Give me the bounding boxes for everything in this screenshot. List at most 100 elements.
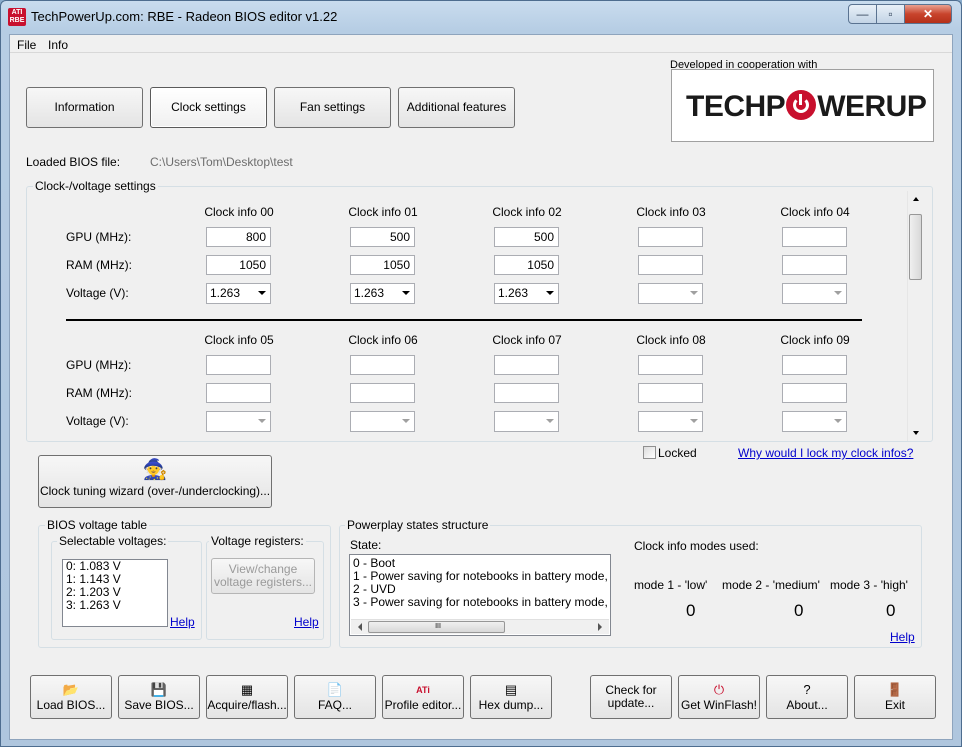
voltage-select[interactable]: 1.263	[350, 283, 415, 304]
powerplay-states-list[interactable]: 0 - Boot 1 - Power saving for notebooks …	[349, 554, 611, 636]
close-button[interactable]: ✕	[904, 4, 952, 24]
mode-1-label: mode 1 - 'low'	[634, 578, 708, 592]
scroll-thumb[interactable]	[909, 214, 922, 280]
menu-file[interactable]: File	[17, 38, 36, 52]
chevron-down-icon[interactable]	[546, 291, 554, 295]
chevron-down-icon[interactable]	[402, 291, 410, 295]
ram-clock-input[interactable]	[206, 383, 271, 403]
clock-tuning-wizard-button[interactable]: 🧙 Clock tuning wizard (over-/underclocki…	[38, 455, 272, 508]
toolbar-button-label: Save BIOS...	[124, 698, 194, 712]
voltage-select[interactable]	[206, 411, 271, 432]
clock-scrollbar[interactable]	[907, 191, 924, 441]
state-item[interactable]: 3 - Power saving for notebooks in batter…	[350, 596, 610, 609]
exit-button[interactable]: 🚪 Exit	[854, 675, 936, 719]
ram-clock-input[interactable]	[494, 383, 559, 403]
techpowerup-logo[interactable]: TECHP WERUP	[671, 69, 934, 142]
chevron-down-icon[interactable]	[258, 291, 266, 295]
toolbar-button-label: About...	[786, 698, 828, 712]
gpu-clock-input[interactable]: 800	[206, 227, 271, 247]
ram-clock-input[interactable]: 1050	[494, 255, 559, 275]
toolbar-button-label: Check for update...	[605, 683, 657, 710]
states-hscrollbar[interactable]: III	[351, 619, 609, 634]
voltage-select[interactable]	[782, 283, 847, 304]
gpu-clock-input[interactable]	[494, 355, 559, 375]
ram-clock-input[interactable]	[350, 383, 415, 403]
ram-clock-input[interactable]	[782, 383, 847, 403]
load-bios-button[interactable]: 📂 Load BIOS...	[30, 675, 112, 719]
voltage-help-link[interactable]: Help	[170, 615, 195, 629]
logo-wordmark: TECHP WERUP	[686, 90, 927, 124]
menu-info[interactable]: Info	[48, 38, 68, 52]
toolbar-button-label: FAQ...	[317, 698, 352, 712]
check-for-update-button[interactable]: Check for update...	[590, 675, 672, 719]
voltage-select[interactable]	[638, 411, 703, 432]
chevron-down-icon[interactable]	[258, 419, 266, 423]
ram-clock-input[interactable]: 1050	[350, 255, 415, 275]
gpu-clock-input[interactable]	[350, 355, 415, 375]
voltage-select[interactable]: 1.263	[494, 283, 559, 304]
floppy-disk-icon: 💾	[150, 682, 168, 697]
about-button[interactable]: ? About...	[766, 675, 848, 719]
voltage-item[interactable]: 3: 1.263 V	[63, 599, 167, 612]
ram-clock-input[interactable]	[638, 383, 703, 403]
chevron-down-icon[interactable]	[834, 419, 842, 423]
lock-info-link[interactable]: Why would I lock my clock infos?	[738, 446, 913, 460]
power-logo-icon	[786, 90, 817, 120]
profile-editor-button[interactable]: ATi Profile editor...	[382, 675, 464, 719]
maximize-button[interactable]: ▫	[876, 4, 905, 24]
registers-help-link[interactable]: Help	[294, 615, 319, 629]
ram-row-label: RAM (MHz):	[66, 386, 132, 400]
ram-row-label: RAM (MHz):	[66, 258, 132, 272]
states-hscroll-thumb[interactable]: III	[368, 621, 505, 633]
scroll-up-arrow-icon[interactable]	[913, 197, 919, 201]
chevron-down-icon[interactable]	[402, 419, 410, 423]
tab-additional-features[interactable]: Additional features	[398, 87, 515, 128]
scroll-down-arrow-icon[interactable]	[913, 431, 919, 435]
gpu-clock-input[interactable]	[638, 355, 703, 375]
locked-checkbox[interactable]	[643, 446, 656, 459]
gpu-clock-input[interactable]: 500	[494, 227, 559, 247]
voltage-select[interactable]: 1.263	[206, 283, 271, 304]
ati-logo-icon: ATi	[416, 685, 430, 695]
title-bar[interactable]: ATI RBE TechPowerUp.com: RBE - Radeon BI…	[1, 1, 961, 33]
scroll-right-arrow-icon[interactable]	[598, 623, 605, 631]
chevron-down-icon[interactable]	[834, 291, 842, 295]
faq-button[interactable]: 📄 FAQ...	[294, 675, 376, 719]
gpu-clock-input[interactable]: 500	[350, 227, 415, 247]
voltage-row-label: Voltage (V):	[66, 414, 129, 428]
gpu-clock-input[interactable]	[206, 355, 271, 375]
get-winflash-button[interactable]: ⏻ Get WinFlash!	[678, 675, 760, 719]
ram-clock-input[interactable]	[638, 255, 703, 275]
clock-info-header: Clock info 05	[204, 333, 274, 347]
menu-bar: File Info	[10, 35, 952, 53]
tab-information[interactable]: Information	[26, 87, 143, 128]
chevron-down-icon[interactable]	[690, 419, 698, 423]
voltage-select[interactable]	[638, 283, 703, 304]
voltage-select[interactable]	[350, 411, 415, 432]
view-voltage-registers-button[interactable]: View/change voltage registers...	[211, 558, 315, 594]
main-window: ATI RBE TechPowerUp.com: RBE - Radeon BI…	[0, 0, 962, 747]
voltage-select[interactable]	[782, 411, 847, 432]
chevron-down-icon[interactable]	[546, 419, 554, 423]
powerplay-label: Powerplay states structure	[345, 518, 491, 532]
minimize-button[interactable]: —	[848, 4, 877, 24]
tab-clock-settings[interactable]: Clock settings	[150, 87, 267, 128]
powerplay-help-link[interactable]: Help	[890, 630, 915, 644]
gpu-clock-input[interactable]	[782, 227, 847, 247]
ram-clock-input[interactable]	[782, 255, 847, 275]
ram-clock-input[interactable]: 1050	[206, 255, 271, 275]
gpu-clock-input[interactable]	[782, 355, 847, 375]
exit-door-icon: 🚪	[886, 682, 904, 697]
voltage-select-value: 1.263	[498, 286, 529, 300]
question-icon: ?	[803, 682, 811, 697]
scroll-left-arrow-icon[interactable]	[355, 623, 362, 631]
tab-fan-settings[interactable]: Fan settings	[274, 87, 391, 128]
hex-dump-button[interactable]: ▤ Hex dump...	[470, 675, 552, 719]
voltage-select[interactable]	[494, 411, 559, 432]
acquire-flash-button[interactable]: ▦ Acquire/flash...	[206, 675, 288, 719]
chevron-down-icon[interactable]	[690, 291, 698, 295]
save-bios-button[interactable]: 💾 Save BIOS...	[118, 675, 200, 719]
voltage-listbox[interactable]: 0: 1.083 V 1: 1.143 V 2: 1.203 V 3: 1.26…	[62, 559, 168, 627]
gpu-clock-input[interactable]	[638, 227, 703, 247]
bios-file-path: C:\Users\Tom\Desktop\test	[150, 155, 293, 169]
